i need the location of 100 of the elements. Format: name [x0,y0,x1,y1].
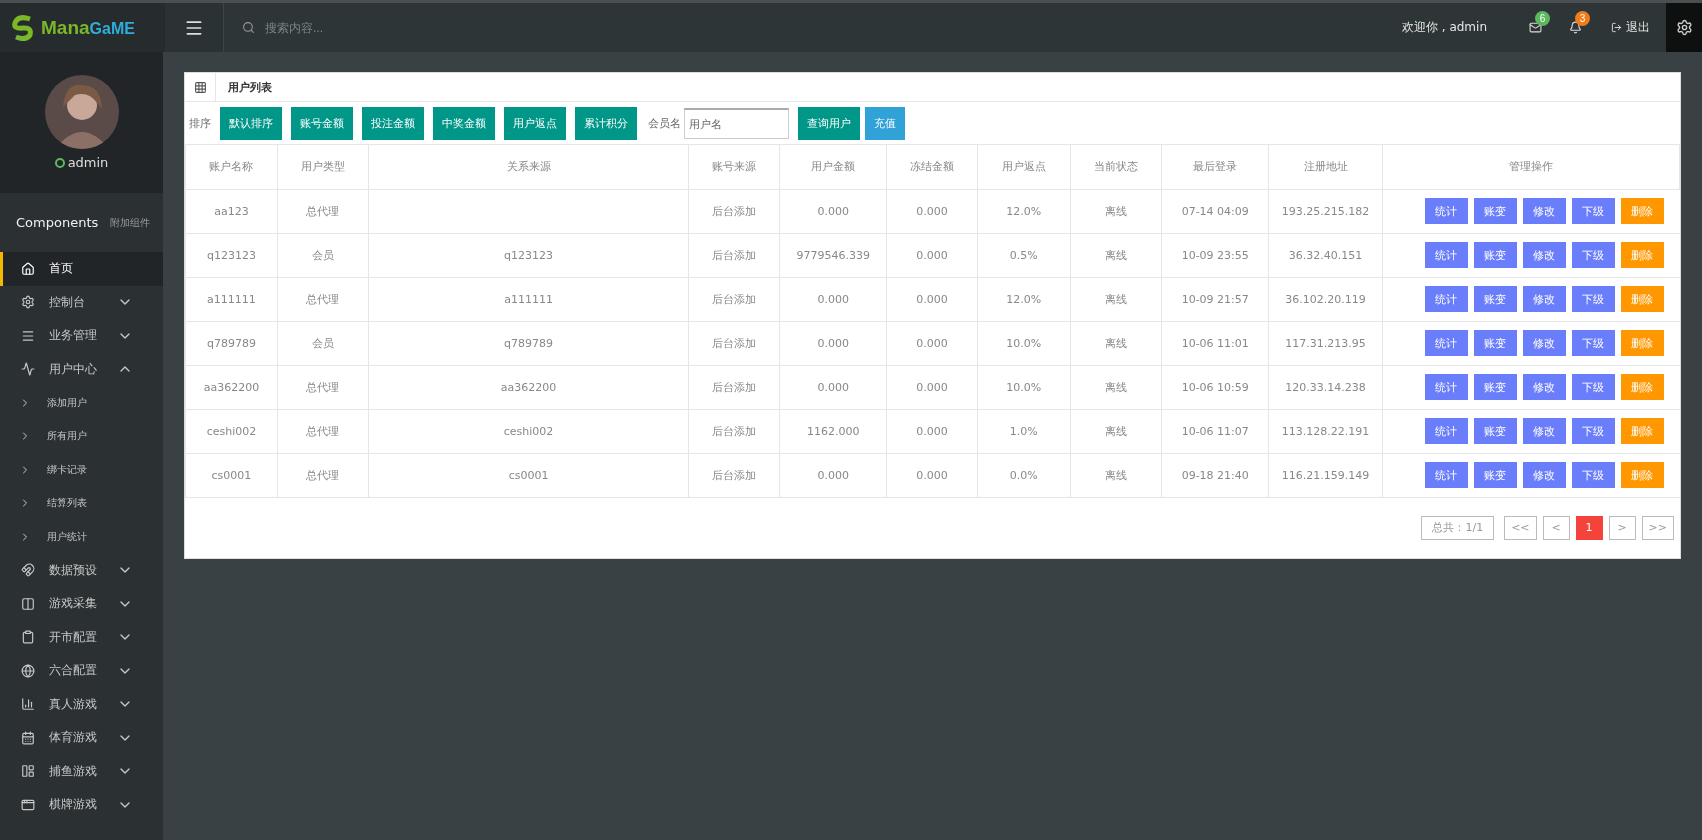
action-button[interactable]: 下级 [1571,330,1615,356]
page-button[interactable]: 1 [1575,515,1603,540]
bell-icon [1568,21,1582,34]
action-button[interactable]: 下级 [1571,462,1615,488]
sidebar-item[interactable]: 业务管理 [0,319,163,353]
action-button[interactable]: 下级 [1571,418,1615,444]
page-button[interactable]: < [1542,515,1570,540]
action-button[interactable]: 账变 [1473,242,1517,268]
delete-button[interactable]: 删除 [1620,418,1664,444]
bar-chart-icon [21,697,35,712]
action-button[interactable]: 账变 [1473,418,1517,444]
sort-button[interactable]: 中奖金额 [433,106,495,140]
table-cell: 离线 [1070,453,1162,497]
notifications-button[interactable]: 3 [1555,3,1595,52]
sidebar-subitem[interactable]: 结算列表 [0,486,163,520]
action-button[interactable]: 下级 [1571,286,1615,312]
action-button[interactable]: 修改 [1522,462,1566,488]
sort-button[interactable]: 账号金额 [291,106,353,140]
menu-icon [21,328,35,343]
messages-button[interactable]: 6 [1515,3,1555,52]
action-button[interactable]: 账变 [1473,286,1517,312]
delete-button[interactable]: 删除 [1620,242,1664,268]
sidebar-subitem[interactable]: 所有用户 [0,419,163,453]
gear-icon [21,295,35,310]
page-button[interactable]: > [1608,515,1636,540]
action-button[interactable]: 统计 [1424,242,1468,268]
table-cell: 0.000 [886,189,978,233]
action-button[interactable]: 下级 [1571,242,1615,268]
delete-button[interactable]: 删除 [1620,462,1664,488]
sidebar-subitem[interactable]: 绑卡记录 [0,453,163,487]
table-cell: 10.0% [977,321,1071,365]
grid-icon [193,80,207,94]
sidebar-item[interactable]: 用户中心 [0,352,163,386]
delete-button[interactable]: 删除 [1620,198,1664,224]
delete-button[interactable]: 删除 [1620,330,1664,356]
columns-icon [21,596,35,611]
action-button[interactable]: 修改 [1522,374,1566,400]
delete-button[interactable]: 删除 [1620,374,1664,400]
sort-label: 排序 [189,115,211,131]
sidebar-subitem[interactable]: 添加用户 [0,386,163,420]
sidebar-item[interactable]: 体育游戏 [0,721,163,755]
logout-icon [1611,22,1622,33]
sidebar-title: Components [16,215,99,230]
sidebar-item[interactable]: 首页 [0,252,163,286]
sidebar-item[interactable]: 六合配置 [0,654,163,688]
sort-button[interactable]: 投注金额 [362,106,424,140]
action-button[interactable]: 账变 [1473,330,1517,356]
table-cell: aa362200 [185,365,278,409]
action-button[interactable]: 账变 [1473,374,1517,400]
settings-button[interactable] [1666,3,1702,52]
column-header: 用户类型 [277,145,369,189]
column-header: 管理操作 [1382,145,1680,189]
action-button[interactable]: 统计 [1424,198,1468,224]
action-button[interactable]: 统计 [1424,286,1468,312]
sort-button[interactable]: 累计积分 [575,106,637,140]
action-button[interactable]: 统计 [1424,330,1468,356]
delete-button[interactable]: 删除 [1620,286,1664,312]
column-header: 账号来源 [688,145,780,189]
column-header: 用户返点 [977,145,1071,189]
page-total: 总共：1/1 [1421,515,1495,540]
action-button[interactable]: 修改 [1522,418,1566,444]
action-button[interactable]: 统计 [1424,462,1468,488]
column-header: 用户金额 [779,145,887,189]
sidebar-item[interactable]: 捕鱼游戏 [0,754,163,788]
sidebar-item[interactable]: 游戏采集 [0,587,163,621]
action-button[interactable]: 账变 [1473,462,1517,488]
table-cell: 后台添加 [688,277,780,321]
sort-button[interactable]: 默认排序 [220,106,282,140]
action-button[interactable]: 下级 [1571,374,1615,400]
table-cell: 113.128.22.191 [1268,409,1383,453]
sidebar-item[interactable]: 真人游戏 [0,687,163,721]
table-cell: 后台添加 [688,453,780,497]
recharge-button[interactable]: 充值 [865,106,905,140]
action-button[interactable]: 统计 [1424,374,1468,400]
search-field[interactable]: 搜索内容... [263,19,563,36]
table-cell: cs0001 [368,453,689,497]
table-cell: 后台添加 [688,189,780,233]
query-button[interactable]: 查询用户 [798,106,860,140]
table-cell: 120.33.14.238 [1268,365,1383,409]
sort-button[interactable]: 用户返点 [504,106,566,140]
page-button[interactable]: << [1504,515,1537,540]
logout-button[interactable]: 退出 [1605,3,1656,52]
sidebar-item[interactable]: 开市配置 [0,620,163,654]
sidebar-item[interactable]: 棋牌游戏 [0,788,163,822]
page-button[interactable]: >> [1641,515,1674,540]
member-field[interactable]: 用户名 [684,107,789,139]
sidebar-subitem[interactable]: 用户统计 [0,520,163,554]
action-button[interactable]: 修改 [1522,198,1566,224]
table-cell: q789789 [185,321,278,365]
action-button[interactable]: 统计 [1424,418,1468,444]
table-cell: 117.31.213.95 [1268,321,1383,365]
sidebar-item[interactable]: 数据预设 [0,553,163,587]
action-button[interactable]: 修改 [1522,286,1566,312]
action-button[interactable]: 账变 [1473,198,1517,224]
table-cell: 09-18 21:40 [1161,453,1269,497]
sidebar-item[interactable]: 控制台 [0,285,163,319]
action-button[interactable]: 修改 [1522,242,1566,268]
action-button[interactable]: 下级 [1571,198,1615,224]
action-button[interactable]: 修改 [1522,330,1566,356]
column-header: 最后登录 [1161,145,1269,189]
